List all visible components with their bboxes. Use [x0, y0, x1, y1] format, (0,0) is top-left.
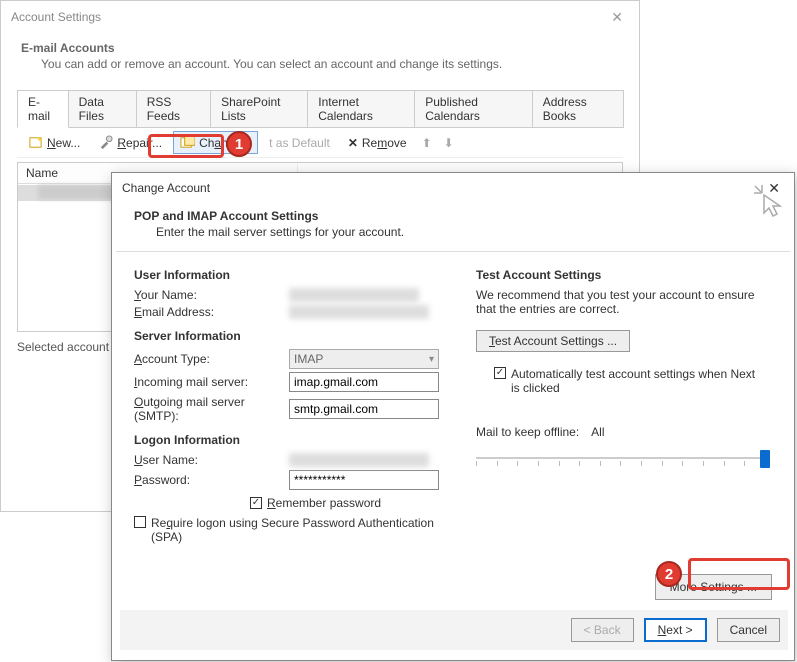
- mail-keep-label: Mail to keep offline:: [476, 425, 579, 439]
- label-user-name: User Name:: [134, 453, 289, 467]
- test-text: We recommend that you test your account …: [476, 288, 774, 316]
- tab-rss-feeds[interactable]: RSS Feeds: [136, 90, 211, 128]
- mail-keep-value: All: [591, 425, 604, 439]
- require-spa-checkbox[interactable]: Require logon using Secure Password Auth…: [134, 516, 441, 544]
- tab-data-files[interactable]: Data Files: [68, 90, 137, 128]
- tab-internet-calendars[interactable]: Internet Calendars: [307, 90, 415, 128]
- next-button[interactable]: Next >: [644, 618, 707, 642]
- move-up-icon[interactable]: ⬆: [418, 136, 436, 150]
- annotation-marker-1: 1: [226, 131, 252, 157]
- label-your-name: Your Name:: [134, 288, 289, 302]
- subheading: You can add or remove an account. You ca…: [41, 57, 623, 71]
- click-cursor-icon: [752, 183, 786, 220]
- remove-icon: ✕: [348, 136, 358, 150]
- header-subtitle: Enter the mail server settings for your …: [156, 225, 404, 239]
- annotation-marker-2: 2: [656, 561, 682, 587]
- heading: E-mail Accounts: [21, 41, 623, 55]
- label-outgoing: Outgoing mail server (SMTP):: [134, 395, 289, 423]
- tab-bar: E-mail Data Files RSS Feeds SharePoint L…: [17, 89, 623, 128]
- accounts-toolbar: New... Repair... Change... t as Default …: [17, 128, 623, 158]
- left-column: User Information Your Name: Email Addres…: [134, 264, 464, 547]
- remove-button[interactable]: ✕ Remove: [341, 132, 414, 154]
- chevron-down-icon: ▾: [429, 354, 434, 365]
- new-button[interactable]: New...: [21, 131, 87, 154]
- new-icon: [28, 135, 43, 150]
- titlebar: Account Settings ✕: [1, 1, 639, 33]
- section-logon-info: Logon Information: [134, 433, 464, 447]
- outgoing-server-input[interactable]: [289, 399, 439, 419]
- dialog-title: Change Account: [122, 181, 210, 195]
- close-icon[interactable]: ✕: [605, 9, 629, 26]
- incoming-server-input[interactable]: [289, 372, 439, 392]
- highlight-change: [148, 134, 224, 158]
- section-server-info: Server Information: [134, 329, 464, 343]
- your-name-value[interactable]: [289, 288, 419, 302]
- repair-icon: [98, 135, 113, 150]
- dialog-titlebar: Change Account ✕: [112, 173, 794, 203]
- tab-email[interactable]: E-mail: [17, 90, 69, 128]
- dialog-header: POP and IMAP Account Settings Enter the …: [112, 203, 794, 251]
- remember-password-checkbox[interactable]: ✓ Remember password: [250, 496, 381, 510]
- set-default-button: t as Default: [262, 132, 337, 154]
- auto-test-checkbox[interactable]: ✓ Automatically test account settings wh…: [494, 367, 761, 395]
- dialog-footer: < Back Next > Cancel: [120, 610, 788, 650]
- account-type-combo: IMAP ▾: [289, 349, 439, 369]
- tab-address-books[interactable]: Address Books: [532, 90, 624, 128]
- email-value[interactable]: [289, 305, 429, 319]
- move-down-icon[interactable]: ⬇: [440, 136, 458, 150]
- section-user-info: User Information: [134, 268, 464, 282]
- mail-keep-slider[interactable]: [476, 447, 766, 453]
- back-button: < Back: [571, 618, 634, 642]
- highlight-more-settings: [688, 558, 790, 590]
- label-account-type: Account Type:: [134, 352, 289, 366]
- window-title: Account Settings: [11, 10, 101, 24]
- tab-sharepoint[interactable]: SharePoint Lists: [210, 90, 308, 128]
- label-password: Password:: [134, 473, 289, 487]
- password-input[interactable]: [289, 470, 439, 490]
- label-incoming: Incoming mail server:: [134, 375, 289, 389]
- slider-thumb[interactable]: [760, 450, 770, 468]
- user-name-value[interactable]: [289, 453, 429, 467]
- header-title: POP and IMAP Account Settings: [134, 209, 404, 223]
- cancel-button[interactable]: Cancel: [717, 618, 780, 642]
- right-column: Test Account Settings We recommend that …: [476, 264, 774, 547]
- label-email: Email Address:: [134, 305, 289, 319]
- test-account-button[interactable]: Test Account Settings ...: [476, 330, 630, 352]
- tab-published-calendars[interactable]: Published Calendars: [414, 90, 532, 128]
- test-heading: Test Account Settings: [476, 268, 774, 282]
